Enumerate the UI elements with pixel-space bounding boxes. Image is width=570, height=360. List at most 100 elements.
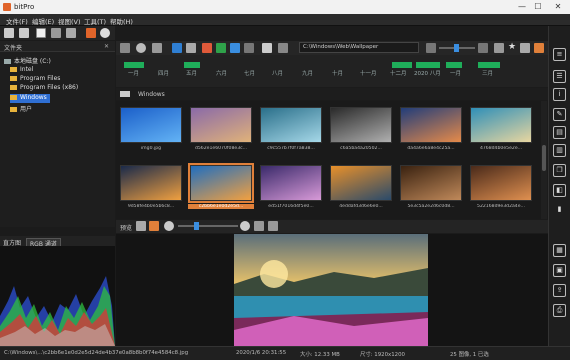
timeline-bar[interactable]	[446, 62, 462, 68]
rotate-right-icon[interactable]	[268, 221, 278, 231]
minimize-button[interactable]: —	[515, 1, 529, 13]
timeline-label: 八月	[272, 71, 284, 77]
pages-icon[interactable]: ▥	[553, 144, 566, 157]
timeline-bar[interactable]	[416, 62, 440, 68]
thumbnail[interactable]	[190, 107, 252, 143]
date-timeline[interactable]: 一月 四月 五月 六月 七月 八月 九月 十月 十一月 十二月 2020 八月 …	[116, 55, 548, 87]
tree-item-intel[interactable]: Intel	[10, 66, 33, 75]
favorite-icon[interactable]: ★	[508, 42, 516, 52]
info-panel-icon[interactable]: i	[553, 88, 566, 101]
zoom-in-icon[interactable]	[240, 221, 250, 231]
zoom-slider[interactable]	[178, 225, 238, 227]
thumbnail[interactable]	[188, 163, 254, 203]
edit-icon[interactable]: ✎	[553, 108, 566, 121]
histogram-icon[interactable]: ▮	[553, 204, 566, 217]
tree-item-label: Windows	[20, 94, 47, 101]
actual-size-icon[interactable]	[149, 221, 159, 231]
timeline-label: 2020 八月	[414, 71, 441, 77]
print-icon[interactable]: ⎙	[553, 304, 566, 317]
save-icon[interactable]	[19, 28, 29, 38]
left-toolbar	[0, 26, 115, 40]
timeline-bar[interactable]	[124, 62, 144, 68]
tree-item-users[interactable]: 用户	[10, 104, 32, 113]
thumbnail[interactable]	[260, 107, 322, 143]
app-logo-icon	[3, 3, 11, 11]
settings-icon[interactable]	[494, 43, 504, 53]
thumbnail[interactable]	[400, 107, 462, 143]
active-view-icon[interactable]	[534, 43, 544, 53]
status-size: 大小: 12.33 MB	[300, 352, 340, 358]
thumbnail[interactable]	[120, 107, 182, 143]
menu-help[interactable]: 帮助(H)	[110, 16, 133, 26]
close-button[interactable]: ✕	[551, 1, 565, 13]
rotate-left-icon[interactable]	[254, 221, 264, 231]
sort-icon[interactable]	[120, 43, 130, 53]
timeline-label: 三月	[482, 71, 494, 77]
details-icon[interactable]	[186, 43, 196, 53]
print-icon[interactable]	[4, 28, 14, 38]
zoom-in-icon[interactable]	[478, 43, 488, 53]
fit-icon[interactable]	[136, 221, 146, 231]
export-icon[interactable]: ⇪	[553, 284, 566, 297]
folder-view-icon[interactable]	[66, 28, 76, 38]
tree-item-label: Program Files (x86)	[20, 84, 79, 91]
menu-bar: 文件(F) 编辑(E) 视图(V) 工具(T) 帮助(H)	[0, 14, 570, 26]
tag-icon[interactable]	[216, 43, 226, 53]
maximize-button[interactable]: ☐	[531, 1, 545, 13]
thumbnail-scrollbar[interactable]	[541, 101, 547, 219]
layout-icon[interactable]: ▦	[553, 244, 566, 257]
view-mode-icon[interactable]	[152, 43, 162, 53]
refresh-icon[interactable]	[278, 43, 288, 53]
properties-icon[interactable]: ≡	[553, 48, 566, 61]
zoom-out-icon[interactable]	[164, 221, 174, 231]
timeline-bar[interactable]	[184, 62, 200, 68]
thumbnail[interactable]	[120, 165, 182, 201]
scroll-thumb[interactable]	[542, 145, 546, 171]
document-icon[interactable]: ▤	[553, 126, 566, 139]
thumbnail[interactable]	[400, 165, 462, 201]
tree-item-program-files-x86[interactable]: Program Files (x86)	[10, 84, 78, 93]
timeline-bar[interactable]	[478, 62, 500, 68]
menu-file[interactable]: 文件(F)	[6, 16, 28, 26]
thumbnail[interactable]	[470, 107, 532, 143]
thumbnail-caption: 9d58fe4b0e5b6c8...	[127, 204, 175, 209]
menu-tools[interactable]: 工具(T)	[84, 16, 106, 26]
browse-icon[interactable]	[86, 28, 96, 38]
status-date: 2020/1/6 20:31:55	[236, 350, 287, 356]
path-input[interactable]: C:\Windows\Web\Wallpaper	[299, 42, 419, 53]
thumbnail-caption: d562e1e6070f08e3c...	[194, 146, 248, 151]
tree-item-windows[interactable]: Windows	[10, 94, 50, 103]
thumbnail[interactable]	[330, 107, 392, 143]
list-view-icon[interactable]	[51, 28, 61, 38]
grid-icon[interactable]	[172, 43, 182, 53]
copy-icon[interactable]: ❐	[553, 164, 566, 177]
crop-icon[interactable]	[244, 43, 254, 53]
thumbnail[interactable]	[470, 165, 532, 201]
close-panel-icon[interactable]: ✕	[104, 43, 109, 50]
folder-icon	[10, 107, 17, 112]
info-icon[interactable]	[100, 28, 110, 38]
up-folder-icon[interactable]	[262, 43, 272, 53]
rotate-icon[interactable]	[230, 43, 240, 53]
filter-icon[interactable]	[136, 43, 146, 53]
timeline-bar[interactable]	[392, 62, 412, 68]
menu-edit[interactable]: 编辑(E)	[32, 16, 54, 26]
tree-item-program-files[interactable]: Program Files	[10, 75, 60, 84]
exif-icon[interactable]: ◧	[553, 184, 566, 197]
slider-handle[interactable]	[454, 44, 459, 52]
columns-icon[interactable]	[520, 43, 530, 53]
menu-view[interactable]: 视图(V)	[58, 16, 81, 26]
grid-view-icon[interactable]	[36, 28, 46, 38]
zoom-slider-handle[interactable]	[194, 222, 199, 230]
zoom-out-icon[interactable]	[426, 43, 436, 53]
image-icon[interactable]: ▣	[553, 264, 566, 277]
timeline-label: 七月	[244, 71, 256, 77]
tree-item-c-drive[interactable]: 本地磁盘 (C:)	[4, 56, 51, 65]
slideshow-icon[interactable]	[202, 43, 212, 53]
tree-item-label: Intel	[20, 66, 34, 73]
breadcrumb-folder[interactable]: Windows	[138, 91, 165, 98]
list-icon[interactable]: ☰	[553, 70, 566, 83]
image-preview[interactable]	[116, 234, 548, 346]
thumbnail[interactable]	[330, 165, 392, 201]
thumbnail[interactable]	[260, 165, 322, 201]
